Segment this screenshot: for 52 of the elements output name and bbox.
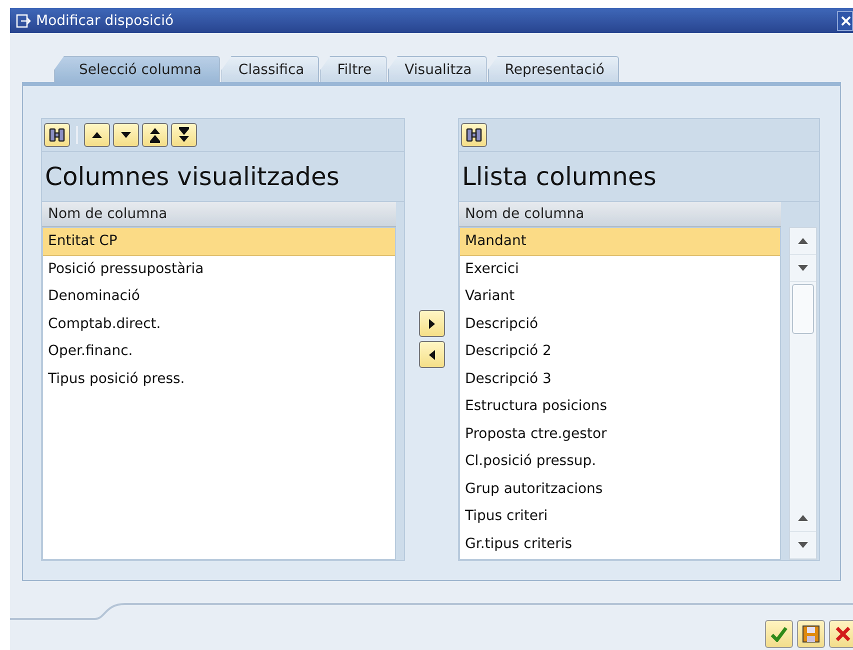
list-row[interactable]: Grup autoritzacions — [460, 476, 780, 503]
confirm-button[interactable] — [765, 620, 793, 648]
list-row[interactable]: Denominació — [43, 283, 395, 310]
list-row[interactable]: Tipus criteri — [460, 503, 780, 530]
remove-column-button[interactable] — [418, 341, 444, 368]
list-row[interactable]: Descripció — [460, 310, 780, 338]
tab[interactable]: Representació — [488, 56, 620, 82]
scrollbar[interactable] — [789, 227, 817, 560]
move-up-button[interactable] — [84, 123, 110, 147]
list-row[interactable]: Descripció 3 — [460, 366, 780, 393]
tab[interactable]: Classifica — [221, 56, 320, 82]
tab[interactable]: Visualitza — [388, 56, 487, 82]
move-down-button[interactable] — [113, 123, 139, 147]
tab[interactable]: Selecció columna — [54, 56, 220, 82]
binoculars-icon — [49, 127, 65, 143]
list-row[interactable]: Oper.financ. — [43, 338, 395, 366]
list-row[interactable]: Tipus posició press. — [43, 366, 395, 393]
list-row[interactable]: Gr.tipus criteris — [460, 530, 780, 558]
list-row[interactable]: Variant — [460, 283, 780, 310]
list-row[interactable]: Cl.posició pressup. — [460, 448, 780, 476]
save-button[interactable] — [797, 620, 825, 648]
double-up-icon — [149, 127, 161, 143]
list-row[interactable]: Entitat CP — [43, 228, 395, 256]
checkmark-icon — [770, 626, 788, 642]
right-triangle-icon — [428, 318, 436, 330]
find-button[interactable] — [461, 123, 487, 147]
find-button[interactable] — [44, 123, 70, 147]
double-down-icon — [178, 127, 190, 143]
column-header: Nom de columna — [42, 202, 396, 227]
left-triangle-icon — [428, 348, 436, 360]
close-icon — [841, 16, 851, 26]
tab[interactable]: Filtre — [320, 56, 387, 82]
add-column-button[interactable] — [418, 310, 444, 337]
cross-icon — [835, 626, 851, 642]
move-top-button[interactable] — [142, 123, 168, 147]
list-row[interactable]: Estructura posicions — [460, 393, 780, 420]
up-triangle-icon — [91, 131, 103, 139]
list-row[interactable]: Proposta ctre.gestor — [460, 420, 780, 448]
move-bottom-button[interactable] — [171, 123, 197, 147]
list-row[interactable]: Comptab.direct. — [43, 310, 395, 338]
close-button[interactable] — [837, 10, 853, 30]
list-row[interactable]: Exercici — [460, 256, 780, 283]
window-title: Modificar disposició — [36, 12, 175, 28]
list-row[interactable]: Descripció 2 — [460, 338, 780, 366]
binoculars-icon — [466, 127, 482, 143]
scroll-thumb[interactable] — [792, 284, 814, 334]
cancel-button[interactable] — [829, 620, 853, 648]
list-row[interactable]: Mandant — [460, 228, 780, 256]
list-row[interactable]: Posició pressupostària — [43, 256, 395, 283]
down-triangle-icon — [120, 131, 132, 139]
edit-window-icon — [16, 14, 32, 28]
column-header: Nom de columna — [459, 202, 781, 227]
